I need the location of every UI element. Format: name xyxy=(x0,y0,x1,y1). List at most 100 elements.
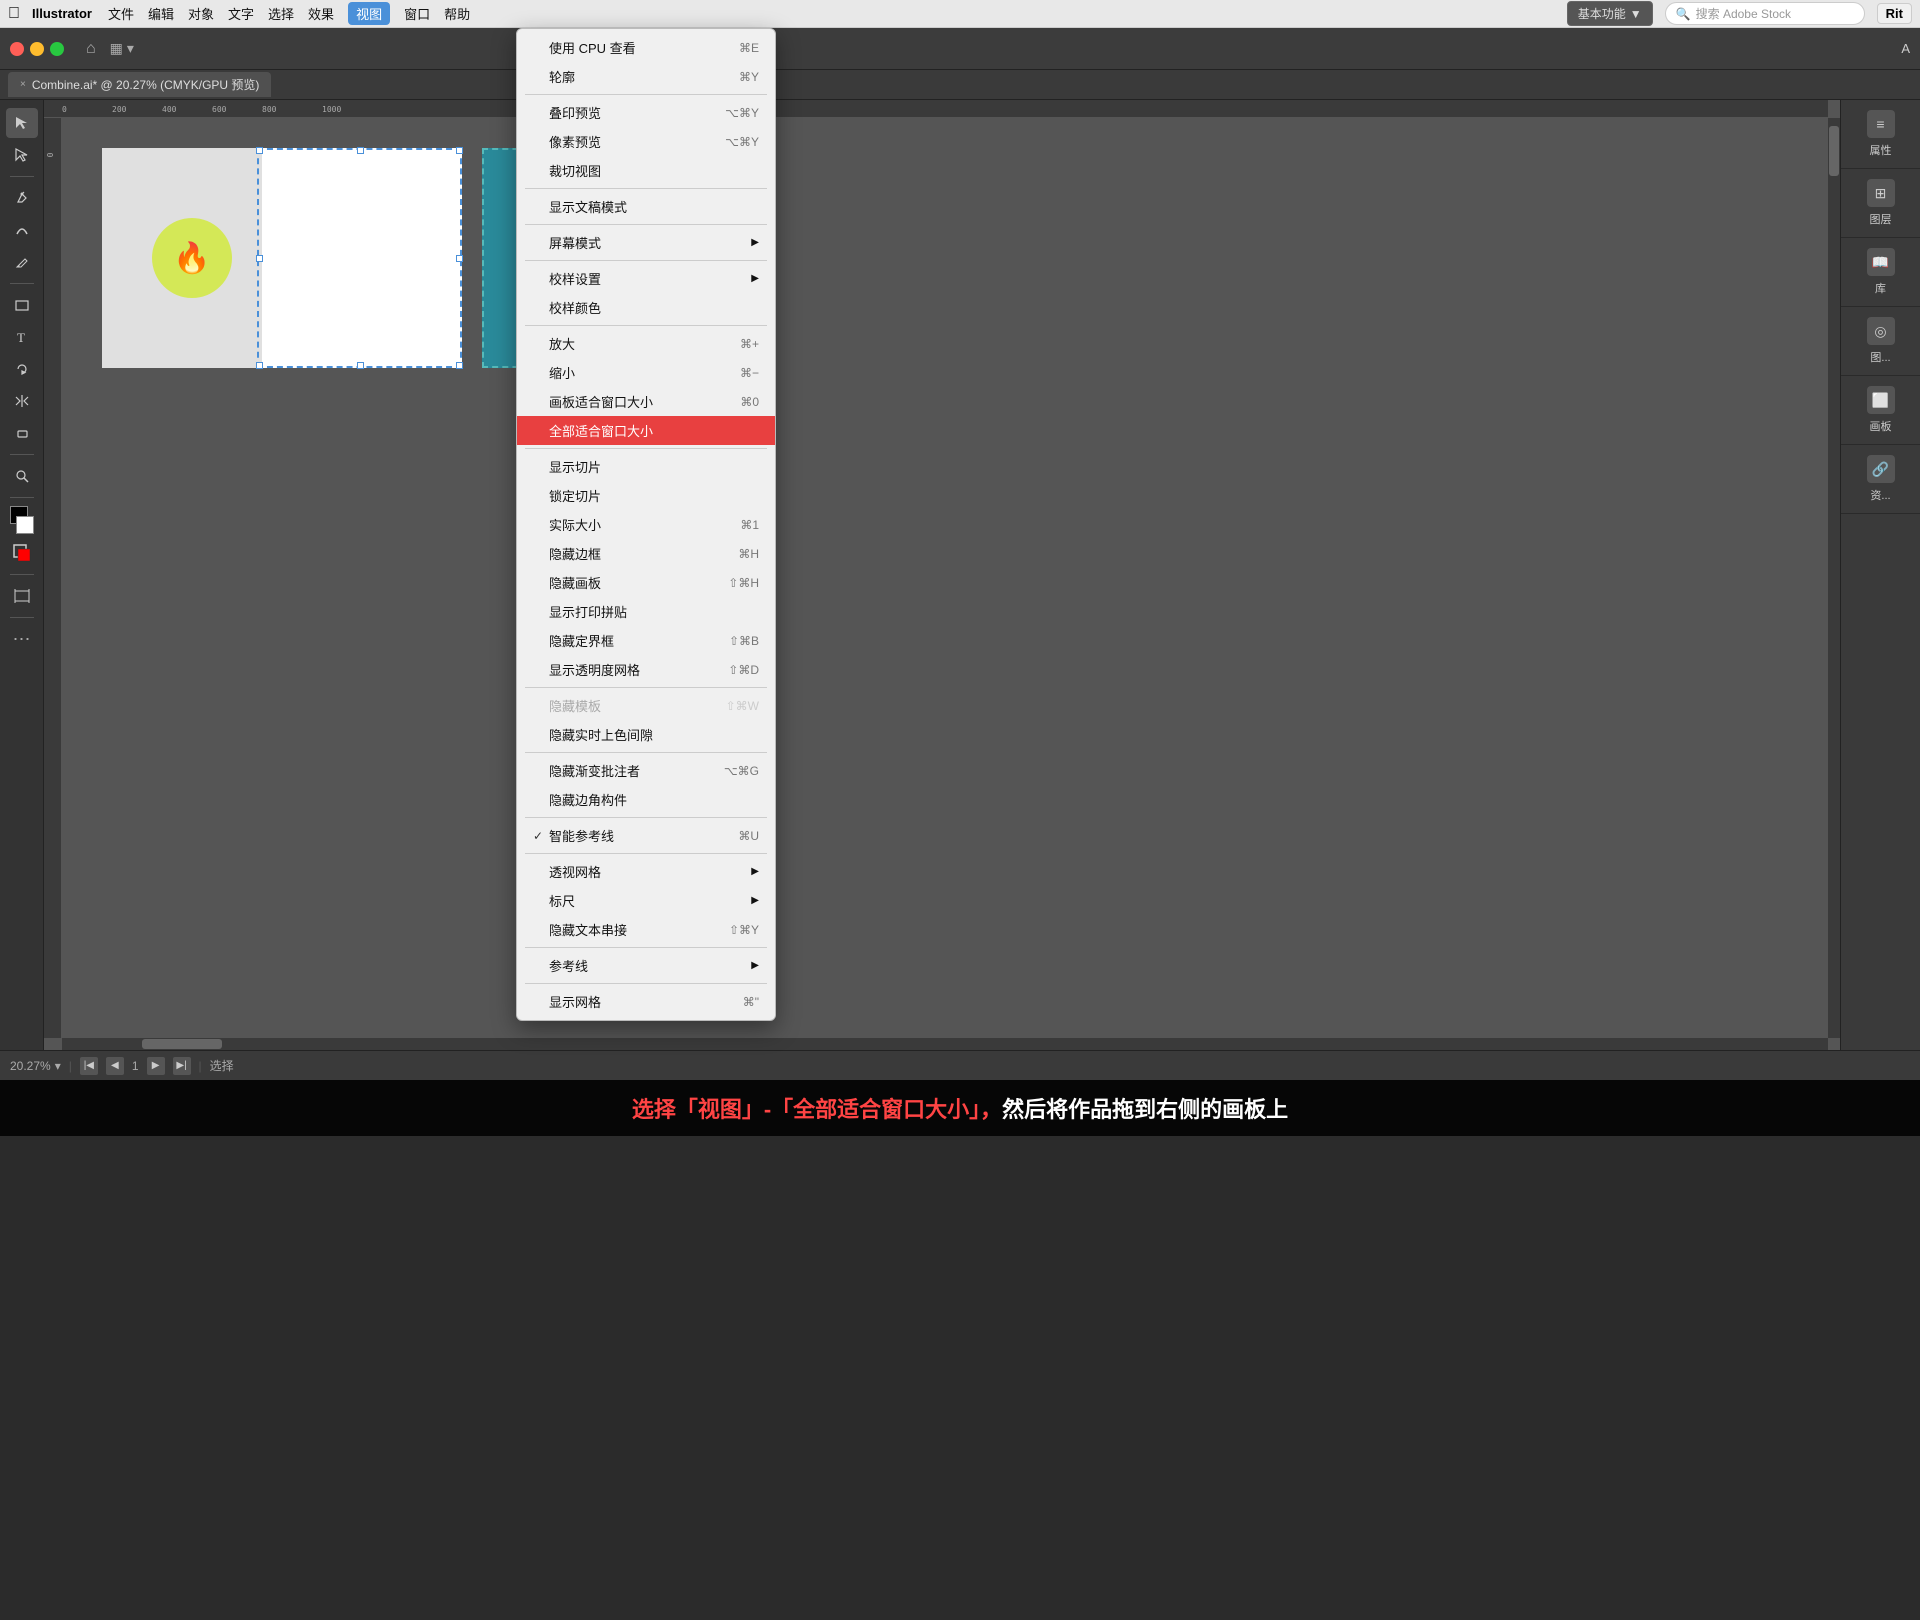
zoom-control[interactable]: 20.27% ▾ xyxy=(10,1059,61,1073)
rectangle-tool[interactable] xyxy=(6,290,38,320)
app-toolbar: ⌂ ▦ ▾ A xyxy=(0,28,1920,70)
library-icon: 📖 xyxy=(1867,248,1895,276)
tab-close-icon[interactable]: × xyxy=(20,79,26,90)
svg-text:800: 800 xyxy=(262,105,277,114)
search-stock[interactable]: 🔍 搜索 Adobe Stock xyxy=(1665,2,1865,25)
eraser-tool[interactable] xyxy=(6,418,38,448)
artboards-panel[interactable]: ⬜ 画板 xyxy=(1841,376,1920,445)
more-tools[interactable]: ⋯ xyxy=(6,624,38,654)
menu-trim-view[interactable]: 裁切视图 xyxy=(517,156,775,185)
assets-label: 资... xyxy=(1870,487,1890,503)
menu-zoom-out[interactable]: 缩小 ⌘− xyxy=(517,358,775,387)
menu-hide-artboards[interactable]: 隐藏画板 ⇧⌘H xyxy=(517,568,775,597)
scrollbar-thumb-v[interactable] xyxy=(1829,126,1839,176)
assets-panel[interactable]: 🔗 资... xyxy=(1841,445,1920,514)
properties-label: 属性 xyxy=(1870,142,1892,158)
rotate-tool[interactable] xyxy=(6,354,38,384)
graphics-panel[interactable]: ◎ 图... xyxy=(1841,307,1920,376)
pencil-tool[interactable] xyxy=(6,247,38,277)
chevron-down-icon: ▼ xyxy=(1630,7,1642,21)
apple-menu[interactable]:  xyxy=(8,5,20,23)
menu-smart-guides[interactable]: ✓ 智能参考线 ⌘U xyxy=(517,821,775,850)
menu-hide-text-threads[interactable]: 隐藏文本串接 ⇧⌘Y xyxy=(517,915,775,944)
menu-file[interactable]: 文件 xyxy=(108,4,134,23)
status-separator-2: | xyxy=(199,1059,202,1073)
menu-edit[interactable]: 编辑 xyxy=(148,4,174,23)
prev-button[interactable]: ◀ xyxy=(106,1057,124,1075)
menu-guides[interactable]: 参考线 xyxy=(517,951,775,980)
next-last-button[interactable]: ▶| xyxy=(173,1057,191,1075)
menu-proof-colors[interactable]: 校样颜色 xyxy=(517,293,775,322)
canvas-viewport[interactable]: 🔥 xyxy=(62,118,1828,1038)
menu-show-grid[interactable]: 显示网格 ⌘" xyxy=(517,987,775,1016)
document-tab[interactable]: × Combine.ai* @ 20.27% (CMYK/GPU 预览) xyxy=(8,72,271,97)
menu-hide-edges[interactable]: 隐藏边框 ⌘H xyxy=(517,539,775,568)
menu-fit-artboard[interactable]: 画板适合窗口大小 ⌘0 xyxy=(517,387,775,416)
menubar:  Illustrator 文件 编辑 对象 文字 选择 效果 视图 窗口 帮助… xyxy=(0,0,1920,28)
menu-help[interactable]: 帮助 xyxy=(444,4,470,23)
background-color[interactable] xyxy=(16,516,34,534)
zoom-dropdown-icon[interactable]: ▾ xyxy=(55,1059,61,1073)
artboard-tool[interactable] xyxy=(6,581,38,611)
horizontal-scrollbar[interactable] xyxy=(62,1038,1828,1050)
feature-dropdown[interactable]: 基本功能 ▼ xyxy=(1567,1,1653,26)
ai-label: A xyxy=(1901,41,1910,56)
menu-select[interactable]: 选择 xyxy=(268,4,294,23)
menu-window[interactable]: 窗口 xyxy=(404,4,430,23)
vertical-scrollbar[interactable] xyxy=(1828,118,1840,1038)
menu-rulers[interactable]: 标尺 xyxy=(517,886,775,915)
menu-show-print-tiling[interactable]: 显示打印拼贴 xyxy=(517,597,775,626)
layers-panel[interactable]: ⊞ 图层 xyxy=(1841,169,1920,238)
instruction-bar: 选择「视图」-「全部适合窗口大小」，然后将作品拖到右侧的画板上 xyxy=(0,1080,1920,1136)
direct-selection-tool[interactable] xyxy=(6,140,38,170)
svg-text:0: 0 xyxy=(46,152,55,157)
layout-switcher[interactable]: ▦ ▾ xyxy=(110,40,134,57)
stroke-fill[interactable] xyxy=(6,538,38,568)
sep-6 xyxy=(525,448,767,449)
color-swatches[interactable] xyxy=(6,504,38,536)
menu-proof-setup[interactable]: 校样设置 xyxy=(517,264,775,293)
menu-object[interactable]: 对象 xyxy=(188,4,214,23)
library-panel[interactable]: 📖 库 xyxy=(1841,238,1920,307)
menu-pixel-preview[interactable]: 像素预览 ⌥⌘Y xyxy=(517,127,775,156)
properties-panel[interactable]: ≡ 属性 xyxy=(1841,100,1920,169)
scrollbar-thumb-h[interactable] xyxy=(142,1039,222,1049)
fullscreen-button[interactable] xyxy=(50,42,64,56)
pen-tool[interactable] xyxy=(6,183,38,213)
menu-text[interactable]: 文字 xyxy=(228,4,254,23)
svg-text:400: 400 xyxy=(162,105,177,114)
menu-hide-gradient-annotator[interactable]: 隐藏渐变批注者 ⌥⌘G xyxy=(517,756,775,785)
menu-outline[interactable]: 轮廓 ⌘Y xyxy=(517,62,775,91)
menu-use-cpu[interactable]: 使用 CPU 查看 ⌘E xyxy=(517,33,775,62)
artboard-1[interactable]: 🔥 xyxy=(102,148,462,368)
reflect-tool[interactable] xyxy=(6,386,38,416)
app-name[interactable]: Illustrator xyxy=(32,6,92,21)
menu-perspective-grid[interactable]: 透视网格 xyxy=(517,857,775,886)
menu-actual-size[interactable]: 实际大小 ⌘1 xyxy=(517,510,775,539)
menu-effect[interactable]: 效果 xyxy=(308,4,334,23)
selection-tool[interactable] xyxy=(6,108,38,138)
minimize-button[interactable] xyxy=(30,42,44,56)
menu-show-slices[interactable]: 显示切片 xyxy=(517,452,775,481)
menu-fit-all[interactable]: 全部适合窗口大小 xyxy=(517,416,775,445)
type-tool[interactable]: T xyxy=(6,322,38,352)
zoom-tool[interactable] xyxy=(6,461,38,491)
home-icon[interactable]: ⌂ xyxy=(86,40,96,58)
menu-hide-live-paint-gaps[interactable]: 隐藏实时上色间隙 xyxy=(517,720,775,749)
menu-overprint[interactable]: 叠印预览 ⌥⌘Y xyxy=(517,98,775,127)
menu-show-transparency-grid[interactable]: 显示透明度网格 ⇧⌘D xyxy=(517,655,775,684)
menu-screen-mode[interactable]: 屏幕模式 xyxy=(517,228,775,257)
menu-presentation-mode[interactable]: 显示文稿模式 xyxy=(517,192,775,221)
menu-lock-slices[interactable]: 锁定切片 xyxy=(517,481,775,510)
menu-hide-bounding-box[interactable]: 隐藏定界框 ⇧⌘B xyxy=(517,626,775,655)
close-button[interactable] xyxy=(10,42,24,56)
menu-view[interactable]: 视图 xyxy=(348,2,390,25)
artboard1-right-panel xyxy=(262,148,462,368)
canvas-area[interactable]: 0 200 400 600 800 1000 0 xyxy=(44,100,1840,1050)
curvature-tool[interactable] xyxy=(6,215,38,245)
menu-hide-corner-widget[interactable]: 隐藏边角构件 xyxy=(517,785,775,814)
prev-first-button[interactable]: |◀ xyxy=(80,1057,98,1075)
next-button[interactable]: ▶ xyxy=(147,1057,165,1075)
sep-10 xyxy=(525,853,767,854)
menu-zoom-in[interactable]: 放大 ⌘+ xyxy=(517,329,775,358)
